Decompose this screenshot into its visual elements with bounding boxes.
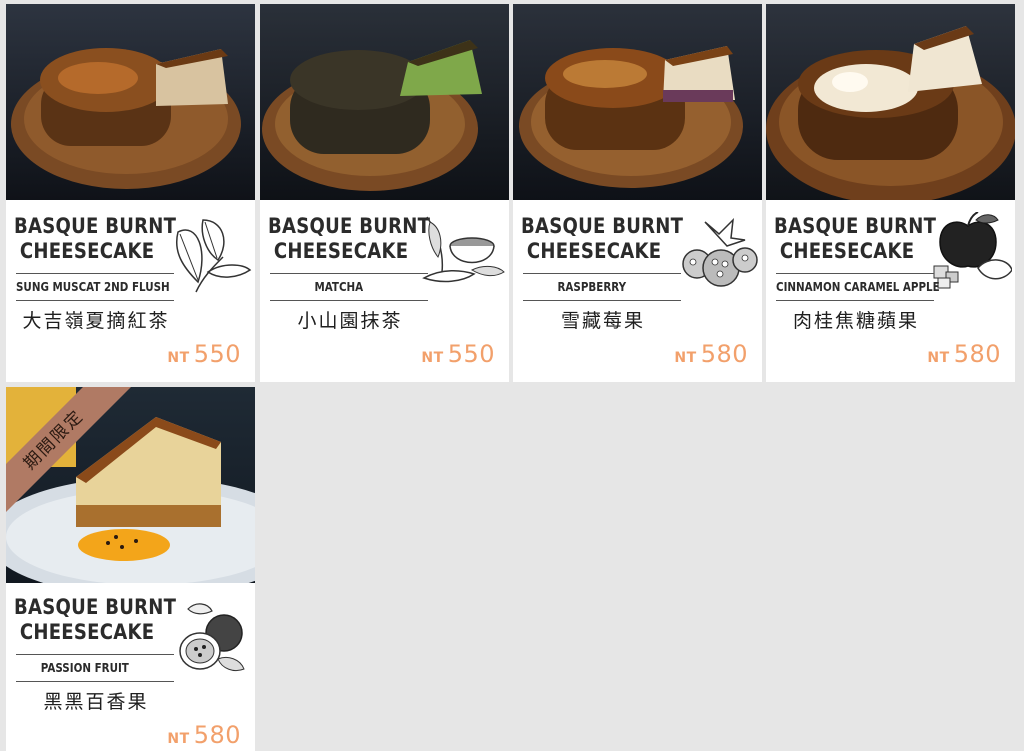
price: NT 580 bbox=[167, 721, 241, 749]
divider bbox=[16, 654, 174, 655]
price-amount: 580 bbox=[953, 340, 1001, 368]
price-amount: 550 bbox=[193, 340, 241, 368]
flavor-chinese: 肉桂焦糖蘋果 bbox=[792, 310, 919, 332]
price-amount: 550 bbox=[447, 340, 495, 368]
tea-leaf-icon bbox=[176, 219, 252, 293]
product-photo[interactable]: 期間限定 bbox=[6, 387, 255, 583]
flavor-english: SUNG MUSCAT 2ND FLUSH bbox=[16, 280, 170, 294]
product-photo[interactable] bbox=[260, 4, 509, 200]
flavor-chinese: 大吉嶺夏摘紅茶 bbox=[22, 310, 170, 332]
divider bbox=[776, 300, 934, 301]
price-currency: NT bbox=[421, 350, 444, 366]
product-photo[interactable] bbox=[6, 4, 255, 200]
flavor-english: PASSION FRUIT bbox=[40, 661, 129, 675]
flavor-english: CINNAMON CARAMEL APPLE bbox=[776, 280, 940, 294]
flavor-chinese: 雪藏莓果 bbox=[560, 310, 645, 332]
product-card-apple[interactable]: BASQUE BURNT CHEESECAKE CINNAMON CARAMEL… bbox=[766, 4, 1015, 382]
apple-icon bbox=[933, 212, 1012, 289]
product-grid: BASQUE BURNT CHEESECAKE SUNG MUSCAT 2ND … bbox=[6, 4, 1018, 751]
product-card-raspberry[interactable]: BASQUE BURNT CHEESECAKE RASPBERRY 雪藏莓果 N… bbox=[513, 4, 762, 382]
matcha-bowl-icon bbox=[422, 216, 505, 283]
divider bbox=[776, 273, 934, 274]
product-photo[interactable] bbox=[766, 4, 1015, 200]
divider bbox=[270, 273, 428, 274]
price: NT 550 bbox=[421, 340, 495, 368]
flavor-chinese: 黑黑百香果 bbox=[43, 691, 149, 713]
flavor-chinese: 小山園抹茶 bbox=[297, 310, 403, 332]
price-currency: NT bbox=[674, 350, 697, 366]
product-title: BASQUE BURNT CHEESECAKE bbox=[268, 214, 431, 263]
price: NT 580 bbox=[927, 340, 1001, 368]
flavor-english: MATCHA bbox=[314, 280, 364, 294]
price: NT 580 bbox=[674, 340, 748, 368]
price-amount: 580 bbox=[193, 721, 241, 749]
divider bbox=[270, 300, 428, 301]
price-currency: NT bbox=[927, 350, 950, 366]
product-photo[interactable] bbox=[513, 4, 762, 200]
product-card-matcha[interactable]: BASQUE BURNT CHEESECAKE MATCHA 小山園抹茶 NT 5… bbox=[260, 4, 509, 382]
product-title: BASQUE BURNT CHEESECAKE bbox=[521, 214, 684, 263]
product-title: BASQUE BURNT CHEESECAKE bbox=[14, 214, 177, 263]
product-card-passion-fruit[interactable]: 期間限定 BASQUE BURNT CHEESECAKE PASSION FRU… bbox=[6, 387, 255, 751]
divider bbox=[16, 273, 174, 274]
divider bbox=[16, 681, 174, 682]
passion-fruit-icon bbox=[179, 603, 245, 672]
flavor-english: RASPBERRY bbox=[557, 280, 627, 294]
price: NT 550 bbox=[167, 340, 241, 368]
price-amount: 580 bbox=[700, 340, 748, 368]
product-title: BASQUE BURNT CHEESECAKE bbox=[14, 595, 177, 644]
divider bbox=[16, 300, 174, 301]
divider bbox=[523, 300, 681, 301]
product-title: BASQUE BURNT CHEESECAKE bbox=[774, 214, 937, 263]
price-currency: NT bbox=[167, 350, 190, 366]
divider bbox=[523, 273, 681, 274]
limited-badge-label: 期間限定 bbox=[6, 387, 137, 523]
price-currency: NT bbox=[167, 731, 190, 747]
limited-badge: 期間限定 bbox=[6, 387, 146, 527]
product-card-darjeeling[interactable]: BASQUE BURNT CHEESECAKE SUNG MUSCAT 2ND … bbox=[6, 4, 255, 382]
raspberry-icon bbox=[682, 217, 758, 287]
